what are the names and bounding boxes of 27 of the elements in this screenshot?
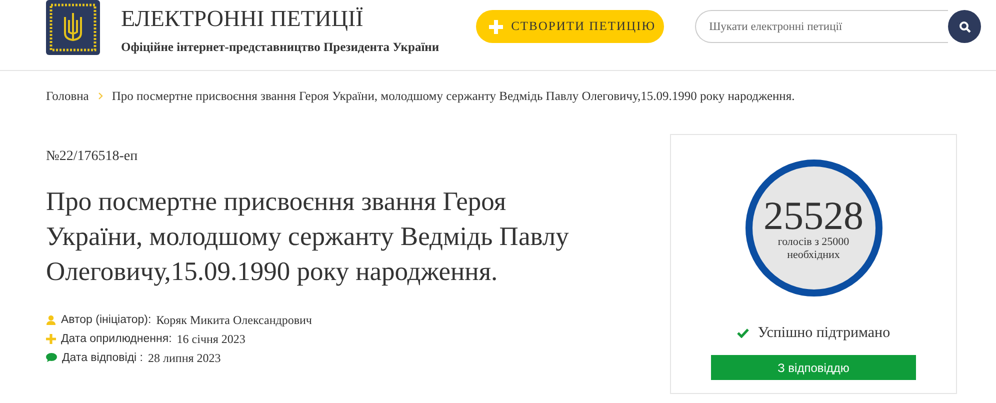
chevron-icon — [98, 92, 103, 100]
meta-value: 16 січня 2023 — [176, 330, 246, 347]
meta-value: Коряк Микита Олександрович — [156, 312, 312, 328]
check-icon — [736, 328, 749, 338]
plus-icon — [489, 20, 504, 34]
speech-bubble-icon — [46, 353, 57, 362]
answer-button[interactable]: З відповіддю — [711, 355, 916, 380]
breadcrumb-link[interactable]: Головна — [46, 87, 89, 106]
votes-count: 25528 — [764, 196, 864, 236]
create-petition-button[interactable]: СТВОРИТИ ПЕТИЦІЮ — [476, 10, 664, 43]
meta-label: Автор (ініціатор): — [61, 312, 152, 328]
meta-value: 28 липня 2023 — [148, 350, 221, 366]
status-text: Успішно підтримано — [758, 324, 890, 343]
meta-label: Дата оприлюднення: — [61, 332, 172, 347]
search-button[interactable] — [948, 10, 982, 43]
site-title[interactable]: ЕЛЕКТРОННІ ПЕТИЦІЇ — [121, 6, 440, 32]
breadcrumb-current: Про посмертне присвоєння звання Героя України, молодшому сержанту Ведмідь Павлу Олеговичу,15.09.1990 року народження. — [112, 88, 795, 105]
votes-caption: голосів з 25000 необхідних — [776, 236, 850, 262]
meta-label: Дата відповіді : — [62, 350, 143, 366]
petition-number: №22/176518-еп — [46, 148, 139, 166]
site-subtitle: Офіційне інтернет-представництво Президента України — [121, 39, 440, 56]
coat-of-arms-logo[interactable] — [46, 0, 100, 55]
petition-title: Про посмертне присвоєння звання Героя України, молодшому сержанту Ведмідь Павлу Олеговичу,15.09.1990 року народження. — [46, 184, 570, 288]
search-icon — [958, 20, 971, 32]
plus-icon — [46, 334, 56, 344]
search-field[interactable]: Шукати електронні петиції — [695, 10, 948, 43]
person-icon — [46, 314, 56, 325]
